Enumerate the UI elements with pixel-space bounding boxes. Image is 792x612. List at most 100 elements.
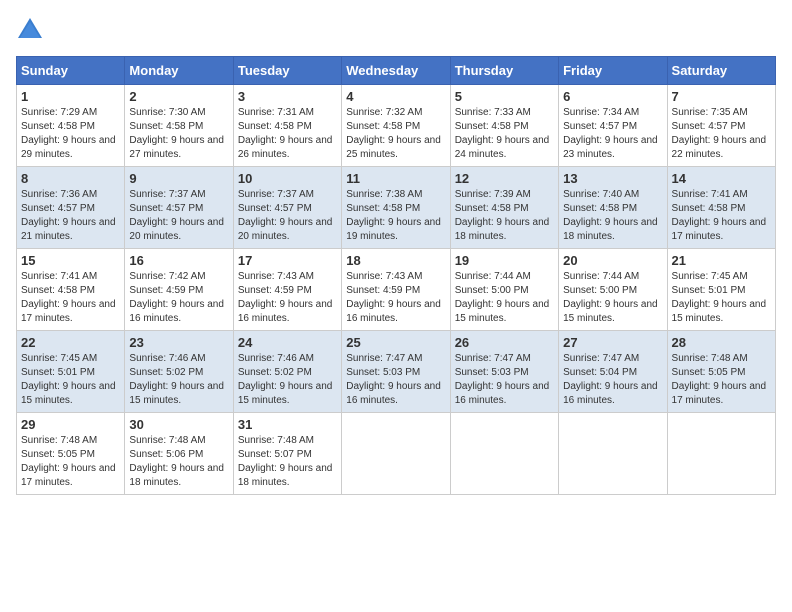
calendar-cell: 26Sunrise: 7:47 AMSunset: 5:03 PMDayligh… bbox=[450, 331, 558, 413]
day-number: 4 bbox=[346, 89, 445, 104]
day-number: 27 bbox=[563, 335, 662, 350]
day-number: 7 bbox=[672, 89, 771, 104]
day-number: 22 bbox=[21, 335, 120, 350]
calendar-cell: 15Sunrise: 7:41 AMSunset: 4:58 PMDayligh… bbox=[17, 249, 125, 331]
day-number: 17 bbox=[238, 253, 337, 268]
day-info: Sunrise: 7:43 AMSunset: 4:59 PMDaylight:… bbox=[238, 271, 333, 324]
calendar-cell: 14 Sunrise: 7:41 AMSunset: 4:58 PMDayligh… bbox=[667, 167, 775, 249]
header-day-friday: Friday bbox=[559, 57, 667, 85]
header-day-tuesday: Tuesday bbox=[233, 57, 341, 85]
day-info: Sunrise: 7:39 AMSunset: 4:58 PMDaylight:… bbox=[455, 189, 550, 242]
day-number: 31 bbox=[238, 417, 337, 432]
day-number: 11 bbox=[346, 171, 445, 186]
day-number: 30 bbox=[129, 417, 228, 432]
calendar-cell: 9 Sunrise: 7:37 AMSunset: 4:57 PMDaylight… bbox=[125, 167, 233, 249]
day-number: 19 bbox=[455, 253, 554, 268]
day-info: Sunrise: 7:34 AMSunset: 4:57 PMDaylight:… bbox=[563, 107, 658, 160]
day-info: Sunrise: 7:36 AMSunset: 4:57 PMDaylight:… bbox=[21, 189, 116, 242]
day-info: Sunrise: 7:45 AMSunset: 5:01 PMDaylight:… bbox=[21, 353, 116, 406]
calendar-cell: 8 Sunrise: 7:36 AMSunset: 4:57 PMDaylight… bbox=[17, 167, 125, 249]
day-info: Sunrise: 7:31 AMSunset: 4:58 PMDaylight:… bbox=[238, 107, 333, 160]
day-info: Sunrise: 7:44 AMSunset: 5:00 PMDaylight:… bbox=[563, 271, 658, 324]
day-info: Sunrise: 7:48 AMSunset: 5:05 PMDaylight:… bbox=[21, 435, 116, 488]
day-info: Sunrise: 7:38 AMSunset: 4:58 PMDaylight:… bbox=[346, 189, 441, 242]
calendar-cell: 28Sunrise: 7:48 AMSunset: 5:05 PMDayligh… bbox=[667, 331, 775, 413]
day-number: 8 bbox=[21, 171, 120, 186]
calendar-cell: 27 Sunrise: 7:47 AMSunset: 5:04 PMDayligh… bbox=[559, 331, 667, 413]
day-info: Sunrise: 7:41 AMSunset: 4:58 PMDaylight:… bbox=[21, 271, 116, 324]
day-info: Sunrise: 7:40 AMSunset: 4:58 PMDaylight:… bbox=[563, 189, 658, 242]
day-info: Sunrise: 7:48 AMSunset: 5:07 PMDaylight:… bbox=[238, 435, 333, 488]
calendar-cell: 16 Sunrise: 7:42 AMSunset: 4:59 PMDayligh… bbox=[125, 249, 233, 331]
week-row-4: 22 Sunrise: 7:45 AMSunset: 5:01 PMDayligh… bbox=[17, 331, 776, 413]
calendar-cell bbox=[667, 413, 775, 495]
day-number: 6 bbox=[563, 89, 662, 104]
day-info: Sunrise: 7:43 AMSunset: 4:59 PMDaylight:… bbox=[346, 271, 441, 324]
day-info: Sunrise: 7:42 AMSunset: 4:59 PMDaylight:… bbox=[129, 271, 224, 324]
day-number: 23 bbox=[129, 335, 228, 350]
day-number: 5 bbox=[455, 89, 554, 104]
calendar-cell: 22 Sunrise: 7:45 AMSunset: 5:01 PMDayligh… bbox=[17, 331, 125, 413]
logo-icon bbox=[16, 16, 44, 44]
calendar-cell: 10Sunrise: 7:37 AMSunset: 4:57 PMDayligh… bbox=[233, 167, 341, 249]
header-day-saturday: Saturday bbox=[667, 57, 775, 85]
day-info: Sunrise: 7:45 AMSunset: 5:01 PMDaylight:… bbox=[672, 271, 767, 324]
calendar-cell: 4 Sunrise: 7:32 AMSunset: 4:58 PMDaylight… bbox=[342, 85, 450, 167]
day-info: Sunrise: 7:37 AMSunset: 4:57 PMDaylight:… bbox=[129, 189, 224, 242]
day-number: 10 bbox=[238, 171, 337, 186]
day-info: Sunrise: 7:48 AMSunset: 5:06 PMDaylight:… bbox=[129, 435, 224, 488]
calendar-cell: 5Sunrise: 7:33 AMSunset: 4:58 PMDaylight… bbox=[450, 85, 558, 167]
calendar-cell: 21 Sunrise: 7:45 AMSunset: 5:01 PMDayligh… bbox=[667, 249, 775, 331]
header-day-thursday: Thursday bbox=[450, 57, 558, 85]
day-number: 25 bbox=[346, 335, 445, 350]
calendar-cell: 31 Sunrise: 7:48 AMSunset: 5:07 PMDayligh… bbox=[233, 413, 341, 495]
day-number: 28 bbox=[672, 335, 771, 350]
day-info: Sunrise: 7:32 AMSunset: 4:58 PMDaylight:… bbox=[346, 107, 441, 160]
header-day-sunday: Sunday bbox=[17, 57, 125, 85]
day-info: Sunrise: 7:47 AMSunset: 5:04 PMDaylight:… bbox=[563, 353, 658, 406]
day-info: Sunrise: 7:41 AMSunset: 4:58 PMDaylight:… bbox=[672, 189, 767, 242]
day-info: Sunrise: 7:46 AMSunset: 5:02 PMDaylight:… bbox=[238, 353, 333, 406]
day-info: Sunrise: 7:47 AMSunset: 5:03 PMDaylight:… bbox=[346, 353, 441, 406]
day-info: Sunrise: 7:29 AMSunset: 4:58 PMDaylight:… bbox=[21, 107, 116, 160]
calendar-cell: 30 Sunrise: 7:48 AMSunset: 5:06 PMDayligh… bbox=[125, 413, 233, 495]
day-number: 16 bbox=[129, 253, 228, 268]
calendar-cell: 2Sunrise: 7:30 AMSunset: 4:58 PMDaylight… bbox=[125, 85, 233, 167]
week-row-3: 15Sunrise: 7:41 AMSunset: 4:58 PMDayligh… bbox=[17, 249, 776, 331]
calendar-cell: 12 Sunrise: 7:39 AMSunset: 4:58 PMDayligh… bbox=[450, 167, 558, 249]
day-info: Sunrise: 7:47 AMSunset: 5:03 PMDaylight:… bbox=[455, 353, 550, 406]
calendar-cell: 6 Sunrise: 7:34 AMSunset: 4:57 PMDaylight… bbox=[559, 85, 667, 167]
calendar-cell: 7 Sunrise: 7:35 AMSunset: 4:57 PMDaylight… bbox=[667, 85, 775, 167]
day-number: 9 bbox=[129, 171, 228, 186]
day-number: 12 bbox=[455, 171, 554, 186]
day-number: 14 bbox=[672, 171, 771, 186]
calendar-cell: 3 Sunrise: 7:31 AMSunset: 4:58 PMDaylight… bbox=[233, 85, 341, 167]
calendar-cell: 24 Sunrise: 7:46 AMSunset: 5:02 PMDayligh… bbox=[233, 331, 341, 413]
calendar-cell: 23 Sunrise: 7:46 AMSunset: 5:02 PMDayligh… bbox=[125, 331, 233, 413]
day-number: 20 bbox=[563, 253, 662, 268]
calendar-cell: 18 Sunrise: 7:43 AMSunset: 4:59 PMDayligh… bbox=[342, 249, 450, 331]
calendar-cell: 11 Sunrise: 7:38 AMSunset: 4:58 PMDayligh… bbox=[342, 167, 450, 249]
day-number: 21 bbox=[672, 253, 771, 268]
day-number: 13 bbox=[563, 171, 662, 186]
calendar-header-row: SundayMondayTuesdayWednesdayThursdayFrid… bbox=[17, 57, 776, 85]
day-info: Sunrise: 7:35 AMSunset: 4:57 PMDaylight:… bbox=[672, 107, 767, 160]
calendar-cell: 20 Sunrise: 7:44 AMSunset: 5:00 PMDayligh… bbox=[559, 249, 667, 331]
week-row-2: 8 Sunrise: 7:36 AMSunset: 4:57 PMDaylight… bbox=[17, 167, 776, 249]
day-number: 18 bbox=[346, 253, 445, 268]
calendar-cell bbox=[450, 413, 558, 495]
calendar-cell: 19Sunrise: 7:44 AMSunset: 5:00 PMDayligh… bbox=[450, 249, 558, 331]
day-number: 24 bbox=[238, 335, 337, 350]
calendar-table: SundayMondayTuesdayWednesdayThursdayFrid… bbox=[16, 56, 776, 495]
day-info: Sunrise: 7:46 AMSunset: 5:02 PMDaylight:… bbox=[129, 353, 224, 406]
week-row-5: 29Sunrise: 7:48 AMSunset: 5:05 PMDayligh… bbox=[17, 413, 776, 495]
week-row-1: 1 Sunrise: 7:29 AMSunset: 4:58 PMDaylight… bbox=[17, 85, 776, 167]
calendar-cell bbox=[559, 413, 667, 495]
header-day-wednesday: Wednesday bbox=[342, 57, 450, 85]
calendar-cell: 17 Sunrise: 7:43 AMSunset: 4:59 PMDayligh… bbox=[233, 249, 341, 331]
day-number: 3 bbox=[238, 89, 337, 104]
day-number: 2 bbox=[129, 89, 228, 104]
calendar-cell: 29Sunrise: 7:48 AMSunset: 5:05 PMDayligh… bbox=[17, 413, 125, 495]
calendar-cell: 13 Sunrise: 7:40 AMSunset: 4:58 PMDayligh… bbox=[559, 167, 667, 249]
day-number: 1 bbox=[21, 89, 120, 104]
